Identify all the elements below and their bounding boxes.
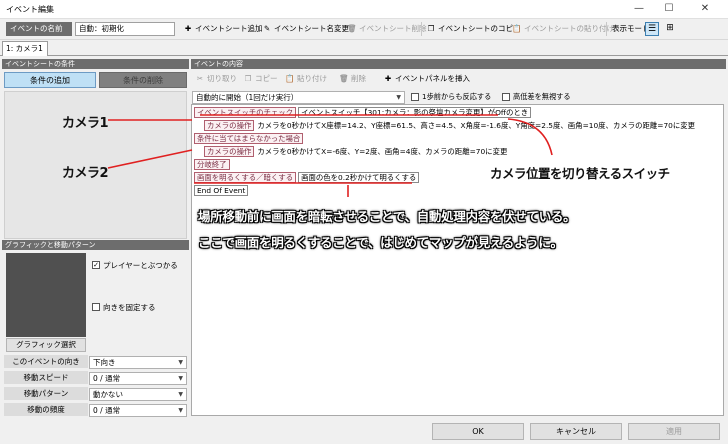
annotation-switch-note: カメラ位置を切り替えるスイッチ (490, 166, 670, 181)
apply-button[interactable]: 適用 (628, 423, 720, 440)
cancel-button[interactable]: キャンセル (530, 423, 622, 440)
annotation-note-line2: ここで画面を明るくすることで、はじめてマップが見えるように。 (198, 235, 563, 250)
annotation-line-camera2 (107, 149, 193, 169)
annotation-camera2: カメラ2 (62, 166, 109, 181)
annotation-curve-switch (507, 118, 553, 156)
annotation-camera1: カメラ1 (62, 116, 109, 131)
annotation-note-line1: 場所移動前に画面を暗転させることで、自動処理内容を伏せている。 (198, 209, 576, 224)
ok-button[interactable]: OK (432, 423, 524, 440)
